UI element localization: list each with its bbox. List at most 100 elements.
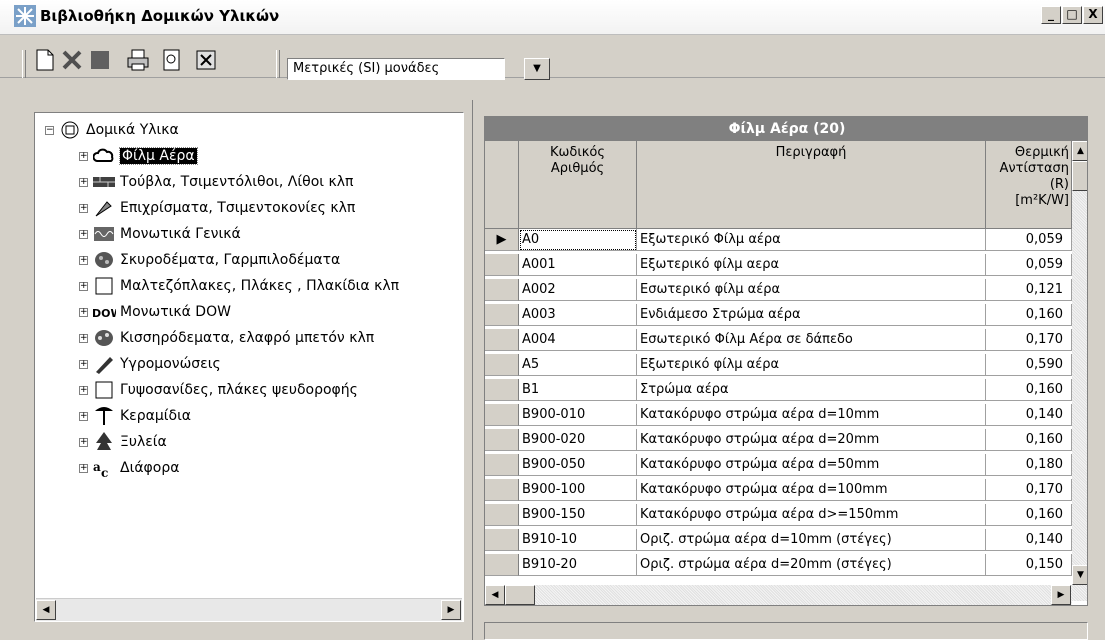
row-indicator[interactable]: [485, 304, 519, 326]
cell-code[interactable]: B900-150: [519, 504, 637, 526]
table-row[interactable]: B900-100 Κατακόρυφο στρώμα αέρα d=100mm 0,…: [485, 479, 1072, 501]
scroll-right-icon[interactable]: ▶: [441, 600, 461, 620]
table-row[interactable]: B1 Στρώμα αέρα 0,160: [485, 379, 1072, 401]
row-indicator[interactable]: [485, 254, 519, 276]
cell-code[interactable]: A004: [519, 329, 637, 351]
cell-description[interactable]: Κατακόρυφο στρώμα αέρα d=20mm: [637, 429, 986, 451]
preview-icon[interactable]: [160, 48, 184, 72]
cell-resistance[interactable]: 0,059: [986, 229, 1072, 251]
row-indicator[interactable]: [485, 479, 519, 501]
cell-code[interactable]: B910-10: [519, 529, 637, 551]
table-row[interactable]: B900-010 Κατακόρυφο στρώμα αέρα d=10mm 0,1…: [485, 404, 1072, 426]
cell-code[interactable]: B910-20: [519, 554, 637, 576]
table-row[interactable]: A001 Εξωτερικό φίλμ αερα 0,059: [485, 254, 1072, 276]
table-row[interactable]: B900-150 Κατακόρυφο στρώμα αέρα d>=150mm 0…: [485, 504, 1072, 526]
tree-item[interactable]: + DOW Μονωτικά DOW: [79, 301, 231, 323]
expand-icon[interactable]: +: [79, 437, 88, 447]
table-row[interactable]: B910-20 Οριζ. στρώμα αέρα d=20mm (στέγες)…: [485, 554, 1072, 576]
row-indicator[interactable]: [485, 354, 519, 376]
tree-item[interactable]: + Σκυροδέματα, Γαρμπιλοδέματα: [79, 249, 340, 271]
maximize-button[interactable]: □: [1062, 6, 1082, 24]
tree-item[interactable]: + Επιχρίσματα, Τσιμεντοκονίες κλπ: [79, 197, 355, 219]
cell-code[interactable]: B900-020: [519, 429, 637, 451]
close-button[interactable]: X: [1083, 6, 1103, 24]
row-indicator[interactable]: [485, 404, 519, 426]
grid-vertical-scrollbar[interactable]: ▲ ▼: [1072, 141, 1087, 601]
expand-icon[interactable]: +: [79, 229, 88, 239]
cell-code[interactable]: A002: [519, 279, 637, 301]
table-row[interactable]: A003 Ενδιάμεσο Στρώμα αέρα 0,160: [485, 304, 1072, 326]
cell-description[interactable]: Εξωτερικό φίλμ αερα: [637, 254, 986, 276]
tree-item[interactable]: + Υγρομονώσεις: [79, 353, 221, 375]
column-header-resistance[interactable]: Θερμική Αντίσταση (R) [m²K/W]: [986, 141, 1072, 229]
cell-code[interactable]: B900-010: [519, 404, 637, 426]
scroll-thumb[interactable]: [505, 585, 535, 605]
tree-item[interactable]: + Φίλμ Αέρα: [79, 145, 198, 167]
table-row[interactable]: ▶ A0 Εξωτερικό Φίλμ αέρα 0,059: [485, 229, 1072, 251]
table-row[interactable]: A5 Εξωτερικό φίλμ αέρα 0,590: [485, 354, 1072, 376]
grid-horizontal-scrollbar[interactable]: ◀ ▶: [485, 585, 1072, 605]
row-indicator[interactable]: [485, 504, 519, 526]
expand-icon[interactable]: +: [79, 151, 88, 161]
expand-icon[interactable]: +: [79, 385, 88, 395]
cell-description[interactable]: Κατακόρυφο στρώμα αέρα d>=150mm: [637, 504, 986, 526]
cell-resistance[interactable]: 0,140: [986, 404, 1072, 426]
excel-icon[interactable]: [194, 48, 218, 72]
cell-resistance[interactable]: 0,170: [986, 479, 1072, 501]
table-row[interactable]: B900-020 Κατακόρυφο στρώμα αέρα d=20mm 0,1…: [485, 429, 1072, 451]
table-row[interactable]: B900-050 Κατακόρυφο στρώμα αέρα d=50mm 0,1…: [485, 454, 1072, 476]
table-row[interactable]: B910-10 Οριζ. στρώμα αέρα d=10mm (στέγες)…: [485, 529, 1072, 551]
tree-item[interactable]: + Γυψοσανίδες, πλάκες ψευδοροφής: [79, 379, 358, 401]
column-header-description[interactable]: Περιγραφή: [637, 141, 986, 229]
tree-item[interactable]: + Τούβλα, Τσιμεντόλιθοι, Λίθοι κλπ: [79, 171, 353, 193]
cell-resistance[interactable]: 0,170: [986, 329, 1072, 351]
scroll-right-icon[interactable]: ▶: [1051, 585, 1071, 605]
tree-item[interactable]: + a c Διάφορα: [79, 457, 179, 479]
cell-description[interactable]: Οριζ. στρώμα αέρα d=10mm (στέγες): [637, 529, 986, 551]
delete-icon[interactable]: [60, 48, 84, 72]
scroll-left-icon[interactable]: ◀: [36, 600, 56, 620]
cell-resistance[interactable]: 0,160: [986, 504, 1072, 526]
cell-resistance[interactable]: 0,121: [986, 279, 1072, 301]
tree-item[interactable]: + Ξυλεία: [79, 431, 167, 453]
print-icon[interactable]: [126, 48, 150, 72]
expand-icon[interactable]: +: [79, 359, 88, 369]
cell-description[interactable]: Εσωτερικό φίλμ αέρα: [637, 279, 986, 301]
tree-item[interactable]: + Κεραμίδια: [79, 405, 191, 427]
cell-code[interactable]: A003: [519, 304, 637, 326]
expand-icon[interactable]: +: [79, 463, 88, 473]
cell-resistance[interactable]: 0,160: [986, 304, 1072, 326]
row-indicator[interactable]: [485, 279, 519, 301]
cell-description[interactable]: Κατακόρυφο στρώμα αέρα d=50mm: [637, 454, 986, 476]
cell-description[interactable]: Εξωτερικό φίλμ αέρα: [637, 354, 986, 376]
cell-description[interactable]: Εξωτερικό Φίλμ αέρα: [637, 229, 986, 251]
cell-code[interactable]: B1: [519, 379, 637, 401]
cell-resistance[interactable]: 0,160: [986, 429, 1072, 451]
new-icon[interactable]: [33, 48, 57, 72]
tree-item[interactable]: + Μαλτεζόπλακες, Πλάκες , Πλακίδια κλπ: [79, 275, 399, 297]
scroll-down-icon[interactable]: ▼: [1072, 565, 1087, 585]
cell-description[interactable]: Κατακόρυφο στρώμα αέρα d=100mm: [637, 479, 986, 501]
chevron-down-icon[interactable]: ▼: [524, 58, 550, 80]
row-indicator[interactable]: [485, 554, 519, 576]
tree-item[interactable]: + Μονωτικά Γενικά: [79, 223, 241, 245]
minimize-button[interactable]: _: [1041, 6, 1061, 24]
cell-code[interactable]: A5: [519, 354, 637, 376]
cell-resistance[interactable]: 0,140: [986, 529, 1072, 551]
expand-icon[interactable]: +: [79, 281, 88, 291]
tree-item[interactable]: + Κισσηρόδεματα, ελαφρό μπετόν κλπ: [79, 327, 374, 349]
column-header-code[interactable]: Κωδικός Αριθμός: [519, 141, 637, 229]
table-row[interactable]: A002 Εσωτερικό φίλμ αέρα 0,121: [485, 279, 1072, 301]
expand-icon[interactable]: +: [79, 307, 88, 317]
cell-resistance[interactable]: 0,150: [986, 554, 1072, 576]
cell-description[interactable]: Εσωτερικό Φίλμ Αέρα σε δάπεδο: [637, 329, 986, 351]
tree-root[interactable]: − Δομικά Υλικα: [45, 119, 179, 141]
expand-icon[interactable]: +: [79, 203, 88, 213]
collapse-icon[interactable]: −: [45, 125, 54, 135]
row-indicator[interactable]: [485, 329, 519, 351]
row-indicator[interactable]: [485, 429, 519, 451]
cell-description[interactable]: Οριζ. στρώμα αέρα d=20mm (στέγες): [637, 554, 986, 576]
expand-icon[interactable]: +: [79, 255, 88, 265]
cell-code[interactable]: B900-050: [519, 454, 637, 476]
cell-code[interactable]: A0: [519, 229, 637, 251]
